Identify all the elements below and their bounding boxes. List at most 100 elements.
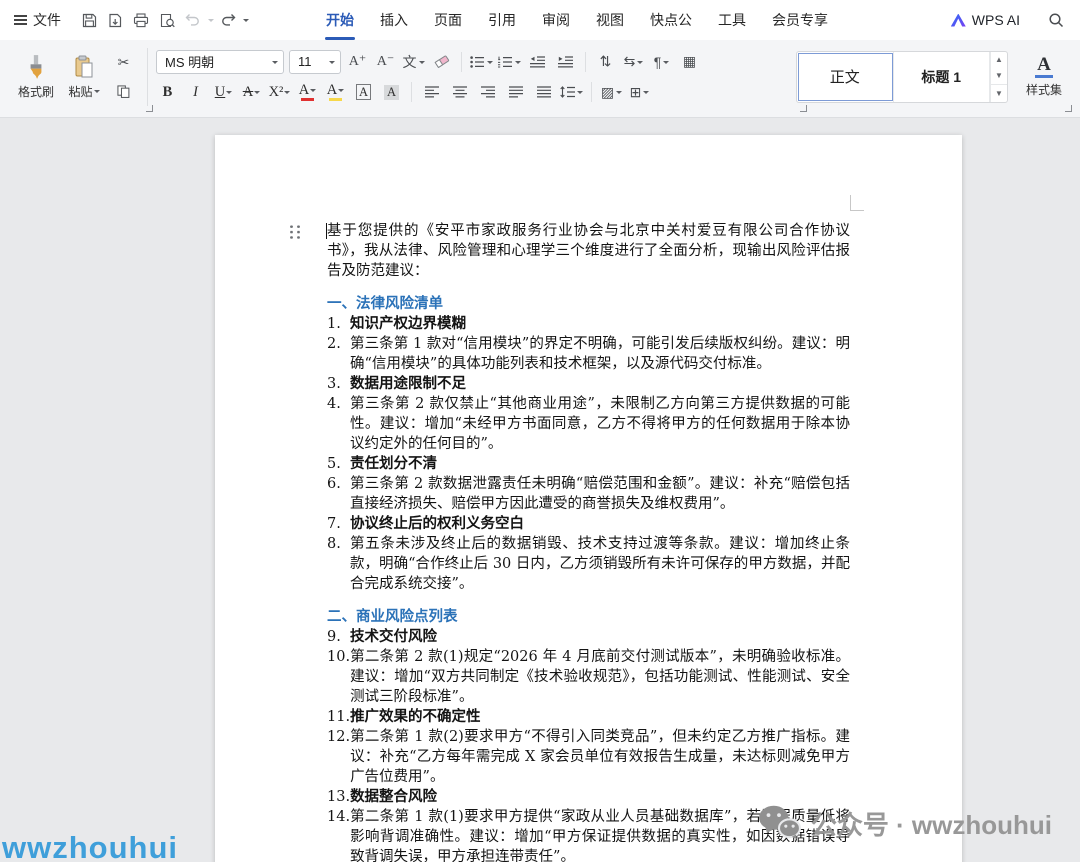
tab-tools[interactable]: 工具: [705, 0, 759, 40]
list-item: 8.第五条未涉及终止后的数据销毁、技术支持过渡等条款。建议：增加终止条款，明确“…: [327, 534, 850, 594]
paste-chevron-icon: [94, 90, 100, 96]
clear-format-icon[interactable]: [430, 50, 453, 73]
undo-icon[interactable]: [181, 8, 205, 32]
intro-paragraph: 基于您提供的《安平市家政服务行业协会与北京中关村爱豆有限公司合作协议书》，我从法…: [327, 221, 850, 281]
gallery-more-icon[interactable]: ▼: [991, 84, 1007, 101]
list-item-text: 协议终止后的权利义务空白: [350, 514, 850, 534]
document-content[interactable]: 基于您提供的《安平市家政服务行业协会与北京中关村爱豆有限公司合作协议书》，我从法…: [327, 221, 850, 862]
borders-icon[interactable]: ⊞: [628, 81, 651, 104]
font-size-select[interactable]: 11: [289, 50, 341, 74]
list-item-text: 数据用途限制不足: [350, 374, 850, 394]
list-item-text: 第二条第 1 款(2)要求甲方“不得引入同类竞品”，但未约定乙方推广指标。建议：…: [350, 727, 850, 787]
decrease-font-icon[interactable]: A⁻: [374, 50, 397, 73]
paragraph-drag-handle-icon[interactable]: [288, 224, 302, 240]
save-icon[interactable]: [77, 8, 101, 32]
underline-button[interactable]: U: [212, 81, 235, 103]
sort-icon[interactable]: ⇅: [594, 50, 617, 73]
paragraph-mark-icon[interactable]: ¶: [650, 50, 673, 73]
export-pdf-icon[interactable]: [103, 8, 127, 32]
hamburger-icon: [14, 13, 27, 28]
decrease-indent-icon[interactable]: [526, 50, 549, 73]
tab-wps-ai[interactable]: WPS AI: [941, 12, 1030, 28]
redo-icon[interactable]: [216, 8, 240, 32]
text-cursor: [326, 223, 327, 239]
clipboard-dialog-launcher-icon[interactable]: [146, 105, 153, 112]
bold-button[interactable]: B: [156, 81, 179, 103]
italic-button[interactable]: I: [184, 81, 207, 103]
table-grid-icon[interactable]: ▦: [678, 50, 701, 73]
page[interactable]: 基于您提供的《安平市家政服务行业协会与北京中关村爱豆有限公司合作协议书》，我从法…: [215, 135, 962, 862]
list-item-number: 4.: [327, 394, 350, 454]
align-center-icon[interactable]: [448, 81, 471, 104]
list-item-number: 5.: [327, 454, 350, 474]
document-area[interactable]: 基于您提供的《安平市家政服务行业协会与北京中关村爱豆有限公司合作协议书》，我从法…: [0, 118, 1080, 862]
increase-font-icon[interactable]: A⁺: [346, 50, 369, 73]
font-color-button[interactable]: A: [296, 81, 319, 103]
font-name-select[interactable]: MS 明朝: [156, 50, 284, 74]
highlight-button[interactable]: A: [324, 81, 347, 103]
list-item-number: 3.: [327, 374, 350, 394]
section-heading: 二、商业风险点列表: [327, 607, 850, 627]
list-item: 11.推广效果的不确定性: [327, 707, 850, 727]
character-shading-button[interactable]: A: [380, 81, 403, 103]
margin-corner-mark: [850, 195, 864, 211]
increase-indent-icon[interactable]: [554, 50, 577, 73]
style-set-button[interactable]: A 样式集: [1018, 48, 1070, 106]
print-icon[interactable]: [129, 8, 153, 32]
phonetic-guide-icon[interactable]: 文: [402, 50, 425, 73]
highlight-swatch: [329, 98, 342, 101]
tab-quick-tools[interactable]: 快点公: [637, 0, 705, 40]
superscript-button[interactable]: X²: [268, 81, 291, 103]
print-preview-icon[interactable]: [155, 8, 179, 32]
redo-chevron-icon[interactable]: [243, 19, 249, 25]
copy-icon[interactable]: [112, 80, 135, 103]
style-normal[interactable]: 正文: [797, 52, 894, 102]
paragraph-dialog-launcher-icon[interactable]: [800, 105, 807, 112]
shading-fill-icon[interactable]: ▨: [600, 81, 623, 104]
format-painter-button[interactable]: 格式刷: [12, 46, 60, 108]
tab-page[interactable]: 页面: [421, 0, 475, 40]
style-heading-1[interactable]: 标题 1: [894, 52, 991, 102]
bullet-list-icon[interactable]: [470, 50, 493, 73]
wps-ai-label: WPS AI: [972, 12, 1020, 28]
section-heading: 一、法律风险清单: [327, 294, 850, 314]
list-item-number: 1.: [327, 314, 350, 334]
tab-reference[interactable]: 引用: [475, 0, 529, 40]
list-item-number: 13.: [327, 787, 350, 807]
gallery-up-icon[interactable]: ▲: [991, 52, 1007, 68]
list-item-text: 第三条第 1 款对“信用模块”的界定不明确，可能引发后续版权纠纷。建议：明确“信…: [350, 334, 850, 374]
list-item-number: 14.: [327, 807, 350, 862]
gallery-down-icon[interactable]: ▼: [991, 68, 1007, 84]
file-menu-button[interactable]: 文件: [6, 10, 69, 30]
search-icon[interactable]: [1044, 8, 1068, 32]
align-justify-icon[interactable]: [504, 81, 527, 104]
list-item: 3.数据用途限制不足: [327, 374, 850, 394]
list-item: 1.知识产权边界模糊: [327, 314, 850, 334]
list-item-number: 2.: [327, 334, 350, 374]
character-border-button[interactable]: A: [352, 81, 375, 103]
wps-writer-window: 文件 开始 插入 页面 引用: [0, 0, 1080, 862]
chinese-layout-icon[interactable]: ⇆: [622, 50, 645, 73]
tab-review[interactable]: 审阅: [529, 0, 583, 40]
file-menu-label: 文件: [33, 10, 61, 30]
align-left-icon[interactable]: [420, 81, 443, 104]
ribbon-tabs: 开始 插入 页面 引用 审阅 视图 快点公 工具 会员专享: [313, 0, 841, 40]
ribbon-home: 格式刷 粘贴 ✂ MS 明朝 11 A⁺ A⁻ 文: [0, 40, 1080, 118]
tab-view[interactable]: 视图: [583, 0, 637, 40]
line-spacing-icon[interactable]: [560, 81, 583, 104]
list-item-number: 8.: [327, 534, 350, 594]
styles-dialog-launcher-icon[interactable]: [1065, 105, 1072, 112]
align-right-icon[interactable]: [476, 81, 499, 104]
tab-member[interactable]: 会员专享: [759, 0, 841, 40]
strikethrough-button[interactable]: A: [240, 81, 263, 103]
list-item: 5.责任划分不清: [327, 454, 850, 474]
list-item-text: 第五条未涉及终止后的数据销毁、技术支持过渡等条款。建议：增加终止条款，明确“合作…: [350, 534, 850, 594]
tab-insert[interactable]: 插入: [367, 0, 421, 40]
distribute-icon[interactable]: [532, 81, 555, 104]
numbered-list-icon[interactable]: [498, 50, 521, 73]
undo-chevron-icon[interactable]: [208, 19, 214, 25]
list-item-text: 第二条第 2 款(1)规定“2026 年 4 月底前交付测试版本”，未明确验收标…: [350, 647, 850, 707]
paste-button[interactable]: 粘贴: [60, 46, 108, 108]
tab-home[interactable]: 开始: [313, 0, 367, 40]
cut-icon[interactable]: ✂: [112, 51, 135, 74]
